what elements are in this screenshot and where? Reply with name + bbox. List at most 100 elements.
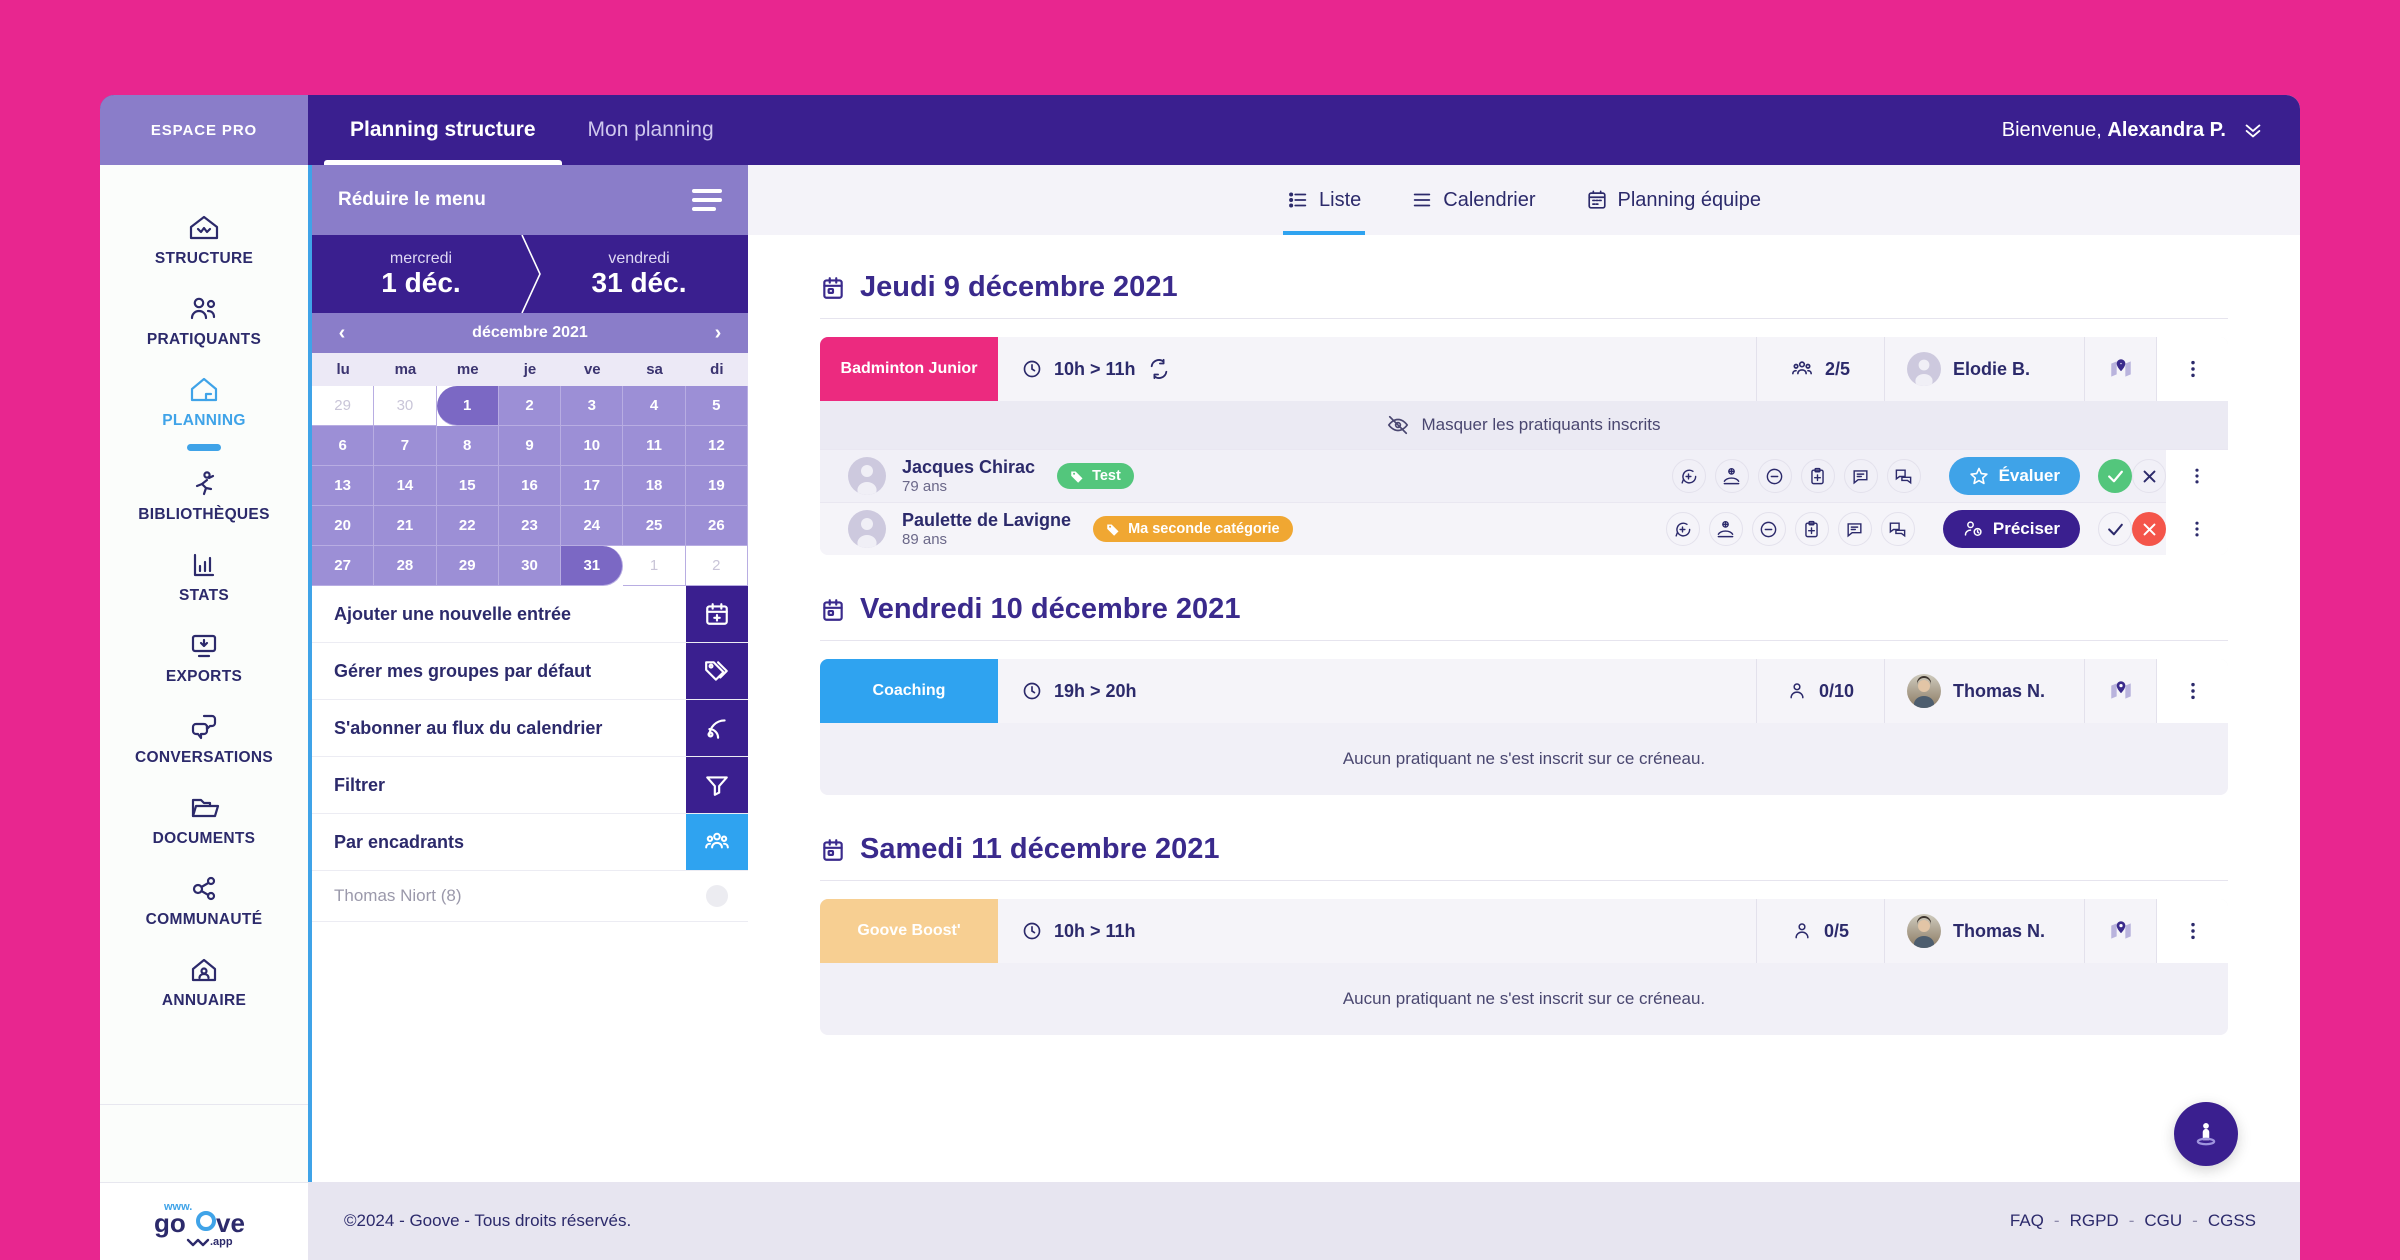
calendar-day-cell[interactable]: 24	[561, 506, 624, 546]
calendar-day-cell[interactable]: 22	[436, 506, 499, 546]
menu-coach-thomas-niort[interactable]: Thomas Niort (8)	[312, 871, 748, 922]
participant-more-button[interactable]	[2166, 449, 2228, 503]
event-more-button[interactable]	[2156, 899, 2228, 963]
calendar-day-cell[interactable]: 21	[374, 506, 437, 546]
calendar-day-cell[interactable]: 1	[436, 386, 499, 426]
event-tag[interactable]: Badminton Junior	[820, 337, 998, 401]
next-month-button[interactable]: ›	[706, 322, 730, 345]
sidebar-item-communaute[interactable]: COMMUNAUTÉ	[100, 860, 308, 941]
accept-button[interactable]	[2098, 459, 2132, 493]
sidebar-item-pratiquants[interactable]: PRATIQUANTS	[100, 280, 308, 361]
event-more-button[interactable]	[2156, 659, 2228, 723]
funnel-icon[interactable]	[686, 757, 748, 813]
calendar-day-cell[interactable]: 30	[374, 386, 437, 426]
calendar-day-cell[interactable]: 23	[498, 506, 562, 546]
sidebar-item-bibliotheques[interactable]: BIBLIOTHÈQUES	[100, 455, 308, 536]
link-cgss[interactable]: CGSS	[2208, 1211, 2256, 1231]
calendar-day-cell[interactable]: 13	[312, 466, 375, 506]
specify-button[interactable]: Préciser	[1942, 510, 2080, 548]
event-tag[interactable]: Coaching	[820, 659, 998, 723]
add-comment-icon[interactable]	[1665, 512, 1700, 546]
radio-dot-icon[interactable]	[686, 871, 748, 921]
prev-month-button[interactable]: ‹	[330, 322, 354, 345]
range-start[interactable]: mercredi 1 déc.	[312, 235, 530, 313]
sidebar-item-exports[interactable]: EXPORTS	[100, 617, 308, 698]
rss-icon[interactable]	[686, 700, 748, 756]
calendar-day-cell[interactable]: 18	[623, 466, 686, 506]
tab-planning-structure[interactable]: Planning structure	[324, 95, 562, 165]
minus-circle-icon[interactable]	[1751, 512, 1786, 546]
calendar-day-cell[interactable]: 28	[374, 546, 437, 586]
hamburger-icon[interactable]	[692, 189, 722, 211]
calendar-day-cell[interactable]: 19	[685, 466, 748, 506]
event-tag[interactable]: Goove Boost'	[820, 899, 998, 963]
event-location-button[interactable]	[2084, 899, 2156, 963]
calendar-day-cell[interactable]: 17	[561, 466, 624, 506]
sidebar-item-planning[interactable]: PLANNING	[100, 361, 308, 442]
group-people-icon[interactable]	[686, 814, 748, 870]
message-icon[interactable]	[1843, 459, 1878, 493]
calendar-day-cell[interactable]: 26	[685, 506, 748, 546]
link-cgu[interactable]: CGU	[2144, 1211, 2182, 1231]
event-location-button[interactable]	[2084, 337, 2156, 401]
calendar-day-cell[interactable]: 11	[623, 426, 686, 466]
calendar-day-cell[interactable]: 15	[436, 466, 499, 506]
calendar-day-cell[interactable]: 7	[374, 426, 437, 466]
calendar-day-cell[interactable]: 2	[685, 546, 748, 586]
calendar-day-cell[interactable]: 5	[685, 386, 748, 426]
calendar-day-cell[interactable]: 1	[623, 546, 686, 586]
calendar-plus-icon[interactable]	[686, 586, 748, 642]
hand-plus-icon[interactable]	[1708, 512, 1743, 546]
tab-planning-equipe[interactable]: Planning équipe	[1582, 165, 1765, 235]
message-icon[interactable]	[1837, 512, 1872, 546]
participant-tag[interactable]: Ma seconde catégorie	[1093, 516, 1293, 542]
help-fab-button[interactable]	[2174, 1102, 2238, 1166]
tags-icon[interactable]	[686, 643, 748, 699]
calendar-day-cell[interactable]: 2	[498, 386, 562, 426]
toggle-participants[interactable]: Masquer les pratiquants inscrits	[820, 401, 2228, 449]
event-more-button[interactable]	[2156, 337, 2228, 401]
chevron-down-icon[interactable]	[2242, 119, 2264, 141]
link-faq[interactable]: FAQ	[2010, 1211, 2044, 1231]
menu-manage-groups[interactable]: Gérer mes groupes par défaut	[312, 643, 748, 700]
sidebar-item-conversations[interactable]: CONVERSATIONS	[100, 698, 308, 779]
hand-plus-icon[interactable]	[1714, 459, 1749, 493]
sidebar-item-documents[interactable]: DOCUMENTS	[100, 779, 308, 860]
brand-espace-pro[interactable]: ESPACE PRO	[100, 95, 308, 165]
calendar-day-cell[interactable]: 29	[312, 386, 375, 426]
sidebar-item-annuaire[interactable]: ANNUAIRE	[100, 941, 308, 1022]
menu-subscribe-feed[interactable]: S'abonner au flux du calendrier	[312, 700, 748, 757]
calendar-day-cell[interactable]: 4	[623, 386, 686, 426]
calendar-day-cell[interactable]: 16	[498, 466, 562, 506]
calendar-day-cell[interactable]: 27	[312, 546, 375, 586]
goove-logo[interactable]: www. go ve .app	[100, 1182, 308, 1260]
calendar-day-cell[interactable]: 29	[436, 546, 499, 586]
chat-duo-icon[interactable]	[1880, 512, 1915, 546]
calendar-day-cell[interactable]: 6	[312, 426, 375, 466]
participant-more-button[interactable]	[2166, 502, 2228, 555]
calendar-day-cell[interactable]: 20	[312, 506, 375, 546]
calendar-day-cell[interactable]: 30	[498, 546, 562, 586]
clipboard-plus-icon[interactable]	[1800, 459, 1835, 493]
clipboard-plus-icon[interactable]	[1794, 512, 1829, 546]
menu-filter[interactable]: Filtrer	[312, 757, 748, 814]
tab-calendrier[interactable]: Calendrier	[1407, 165, 1539, 235]
calendar-day-cell[interactable]: 8	[436, 426, 499, 466]
user-menu[interactable]: Bienvenue, Alexandra P.	[2002, 95, 2300, 165]
calendar-day-cell[interactable]: 10	[561, 426, 624, 466]
calendar-day-cell[interactable]: 31	[561, 546, 624, 586]
calendar-day-cell[interactable]: 14	[374, 466, 437, 506]
link-rgpd[interactable]: RGPD	[2070, 1211, 2119, 1231]
sidebar-item-stats[interactable]: STATS	[100, 536, 308, 617]
evaluate-button[interactable]: Évaluer	[1948, 457, 2080, 495]
add-comment-icon[interactable]	[1671, 459, 1706, 493]
decline-button[interactable]	[2132, 459, 2166, 493]
range-end[interactable]: vendredi 31 déc.	[530, 235, 748, 313]
chat-duo-icon[interactable]	[1886, 459, 1921, 493]
sidebar-item-structure[interactable]: STRUCTURE	[100, 199, 308, 280]
tab-mon-planning[interactable]: Mon planning	[562, 95, 740, 165]
calendar-day-cell[interactable]: 25	[623, 506, 686, 546]
calendar-day-cell[interactable]: 12	[685, 426, 748, 466]
calendar-day-cell[interactable]: 3	[561, 386, 624, 426]
recurring-icon[interactable]	[1148, 358, 1170, 380]
